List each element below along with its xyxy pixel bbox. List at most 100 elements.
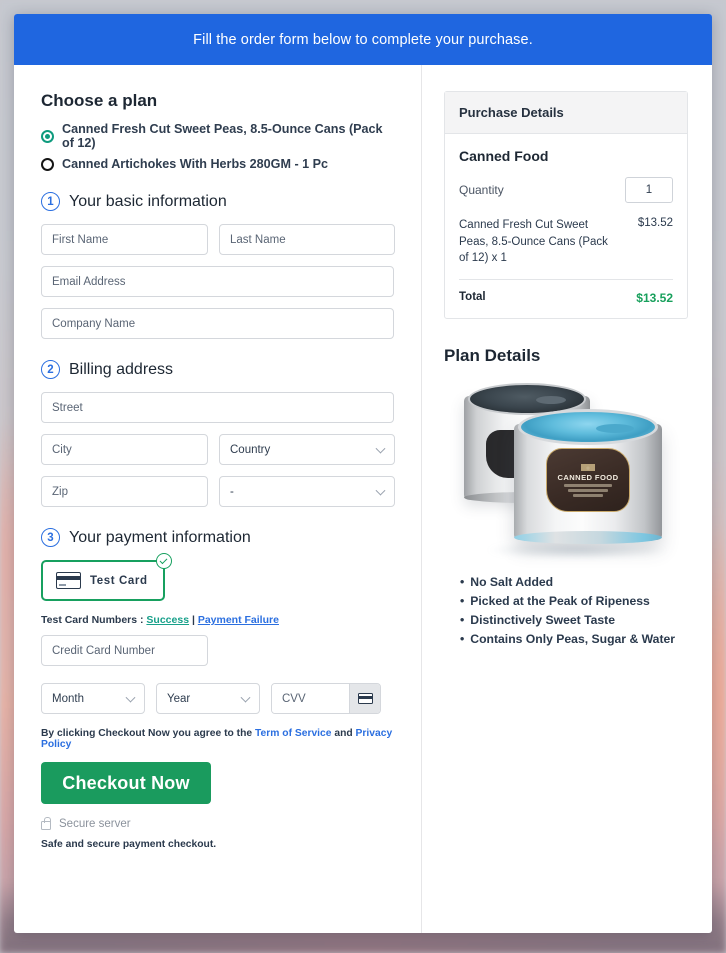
plan-details-heading: Plan Details xyxy=(444,346,541,366)
plan-option-1[interactable]: Canned Fresh Cut Sweet Peas, 8.5-Ounce C… xyxy=(41,122,394,150)
plan-option-2-label: Canned Artichokes With Herbs 280GM - 1 P… xyxy=(62,157,329,171)
payment-failure-link[interactable]: Payment Failure xyxy=(198,614,279,626)
secure-server-label: Secure server xyxy=(59,818,131,830)
step-2-header: 2 Billing address xyxy=(41,360,394,379)
line-item-price: $13.52 xyxy=(637,217,673,229)
step-3-header: 3 Your payment information xyxy=(41,528,394,547)
state-select-wrapper[interactable] xyxy=(219,476,395,507)
bullet-dot-icon: • xyxy=(460,575,465,590)
first-name-input[interactable] xyxy=(41,224,208,255)
card-body: Choose a plan Canned Fresh Cut Sweet Pea… xyxy=(14,65,712,933)
country-select-wrapper[interactable] xyxy=(219,434,395,465)
total-row: Total $13.52 xyxy=(459,280,673,305)
test-card-option[interactable]: Test Card xyxy=(41,553,172,601)
list-item: • Distinctively Sweet Taste xyxy=(460,611,696,630)
lock-icon xyxy=(41,817,51,830)
last-name-input[interactable] xyxy=(219,224,395,255)
purchase-details-title: Purchase Details xyxy=(445,92,687,134)
plan-option-1-label: Canned Fresh Cut Sweet Peas, 8.5-Ounce C… xyxy=(62,122,383,150)
total-label: Total xyxy=(459,291,486,304)
bullet-dot-icon: • xyxy=(460,593,465,608)
can-front: CANNED FOOD xyxy=(514,409,662,545)
radio-unselected-icon[interactable] xyxy=(41,157,54,171)
year-select[interactable] xyxy=(156,683,260,714)
list-item: • Contains Only Peas, Sugar & Water xyxy=(460,630,696,649)
agreement-middle: and xyxy=(331,728,356,739)
page-banner: Fill the order form below to complete yo… xyxy=(14,14,712,65)
checkout-card: Fill the order form below to complete yo… xyxy=(14,14,712,933)
list-item: • Picked at the Peak of Ripeness xyxy=(460,592,696,611)
purchase-details-panel: Purchase Details Canned Food Quantity Ca… xyxy=(444,91,688,320)
feature-3-label: Distinctively Sweet Taste xyxy=(470,612,616,627)
purchase-details-body: Canned Food Quantity Canned Fresh Cut Sw… xyxy=(445,134,687,318)
bullet-dot-icon: • xyxy=(460,612,465,627)
email-input[interactable] xyxy=(41,266,394,297)
step-3-title: Your payment information xyxy=(69,528,251,546)
card-number-row xyxy=(41,635,394,666)
safe-checkout-note: Safe and secure payment checkout. xyxy=(41,839,217,850)
terms-of-service-link[interactable]: Term of Service xyxy=(255,728,332,739)
line-item-name: Canned Fresh Cut Sweet Peas, 8.5-Ounce C… xyxy=(459,219,608,265)
city-input[interactable] xyxy=(41,434,208,465)
line-item: Canned Fresh Cut Sweet Peas, 8.5-Ounce C… xyxy=(459,217,673,281)
step-2-title: Billing address xyxy=(69,360,174,378)
feature-1-label: No Salt Added xyxy=(470,575,554,590)
company-input[interactable] xyxy=(41,308,394,339)
credit-card-number-input[interactable] xyxy=(41,635,208,666)
success-link[interactable]: Success xyxy=(146,614,189,626)
cvv-help-button[interactable] xyxy=(349,684,380,713)
zip-input[interactable] xyxy=(41,476,208,507)
month-select[interactable] xyxy=(41,683,145,714)
can-front-rim xyxy=(514,531,662,545)
month-select-wrapper[interactable] xyxy=(41,683,145,714)
label-ornament-icon xyxy=(575,463,601,471)
test-card-label: Test Card xyxy=(90,574,148,587)
quantity-row: Quantity xyxy=(459,177,673,203)
product-group-name: Canned Food xyxy=(459,148,549,164)
step-1-title: Your basic information xyxy=(69,192,227,210)
plan-option-2[interactable]: Canned Artichokes With Herbs 280GM - 1 P… xyxy=(41,157,394,171)
street-row xyxy=(41,392,394,423)
agreement-text: By clicking Checkout Now you agree to th… xyxy=(41,728,394,750)
year-select-wrapper[interactable] xyxy=(156,683,260,714)
card-back-icon xyxy=(357,693,373,704)
label-line-3 xyxy=(573,493,603,497)
form-column: Choose a plan Canned Fresh Cut Sweet Pea… xyxy=(14,65,422,933)
can-front-lid xyxy=(518,409,658,446)
bullet-dot-icon: • xyxy=(460,631,465,646)
credit-card-icon xyxy=(56,572,81,589)
country-select[interactable] xyxy=(219,434,395,465)
step-2-number: 2 xyxy=(41,360,60,379)
total-value: $13.52 xyxy=(636,291,673,306)
radio-selected-icon[interactable] xyxy=(41,129,54,143)
label-line-1 xyxy=(564,483,612,487)
quantity-input[interactable] xyxy=(625,177,673,203)
street-input[interactable] xyxy=(41,392,394,423)
checkout-now-button[interactable]: Checkout Now xyxy=(41,762,211,804)
state-select[interactable] xyxy=(219,476,395,507)
banner-text: Fill the order form below to complete yo… xyxy=(193,31,533,48)
test-card-numbers-line: Test Card Numbers : Success | Payment Fa… xyxy=(41,614,394,626)
list-item: • No Salt Added xyxy=(460,573,696,592)
city-country-row xyxy=(41,434,395,465)
can-label-text: CANNED FOOD xyxy=(557,472,619,482)
zip-state-row xyxy=(41,476,395,507)
secure-server-row: Secure server xyxy=(41,817,394,830)
feature-2-label: Picked at the Peak of Ripeness xyxy=(470,593,650,608)
summary-column: Purchase Details Canned Food Quantity Ca… xyxy=(422,65,712,933)
name-row xyxy=(41,224,395,255)
agreement-prefix: By clicking Checkout Now you agree to th… xyxy=(41,728,255,739)
step-1-header: 1 Your basic information xyxy=(41,192,394,211)
quantity-label: Quantity xyxy=(459,183,504,197)
cvv-input[interactable] xyxy=(272,684,349,713)
check-circle-icon xyxy=(155,553,172,569)
label-line-2 xyxy=(568,488,608,492)
can-front-label: CANNED FOOD xyxy=(546,448,630,513)
feature-4-label: Contains Only Peas, Sugar & Water xyxy=(470,631,676,646)
company-row xyxy=(41,308,394,339)
feature-list: • No Salt Added • Picked at the Peak of … xyxy=(460,573,696,649)
choose-plan-heading: Choose a plan xyxy=(41,91,158,110)
product-image: CANNED FOOD xyxy=(456,383,696,563)
expiry-cvv-row xyxy=(41,683,394,714)
step-3-number: 3 xyxy=(41,528,60,547)
